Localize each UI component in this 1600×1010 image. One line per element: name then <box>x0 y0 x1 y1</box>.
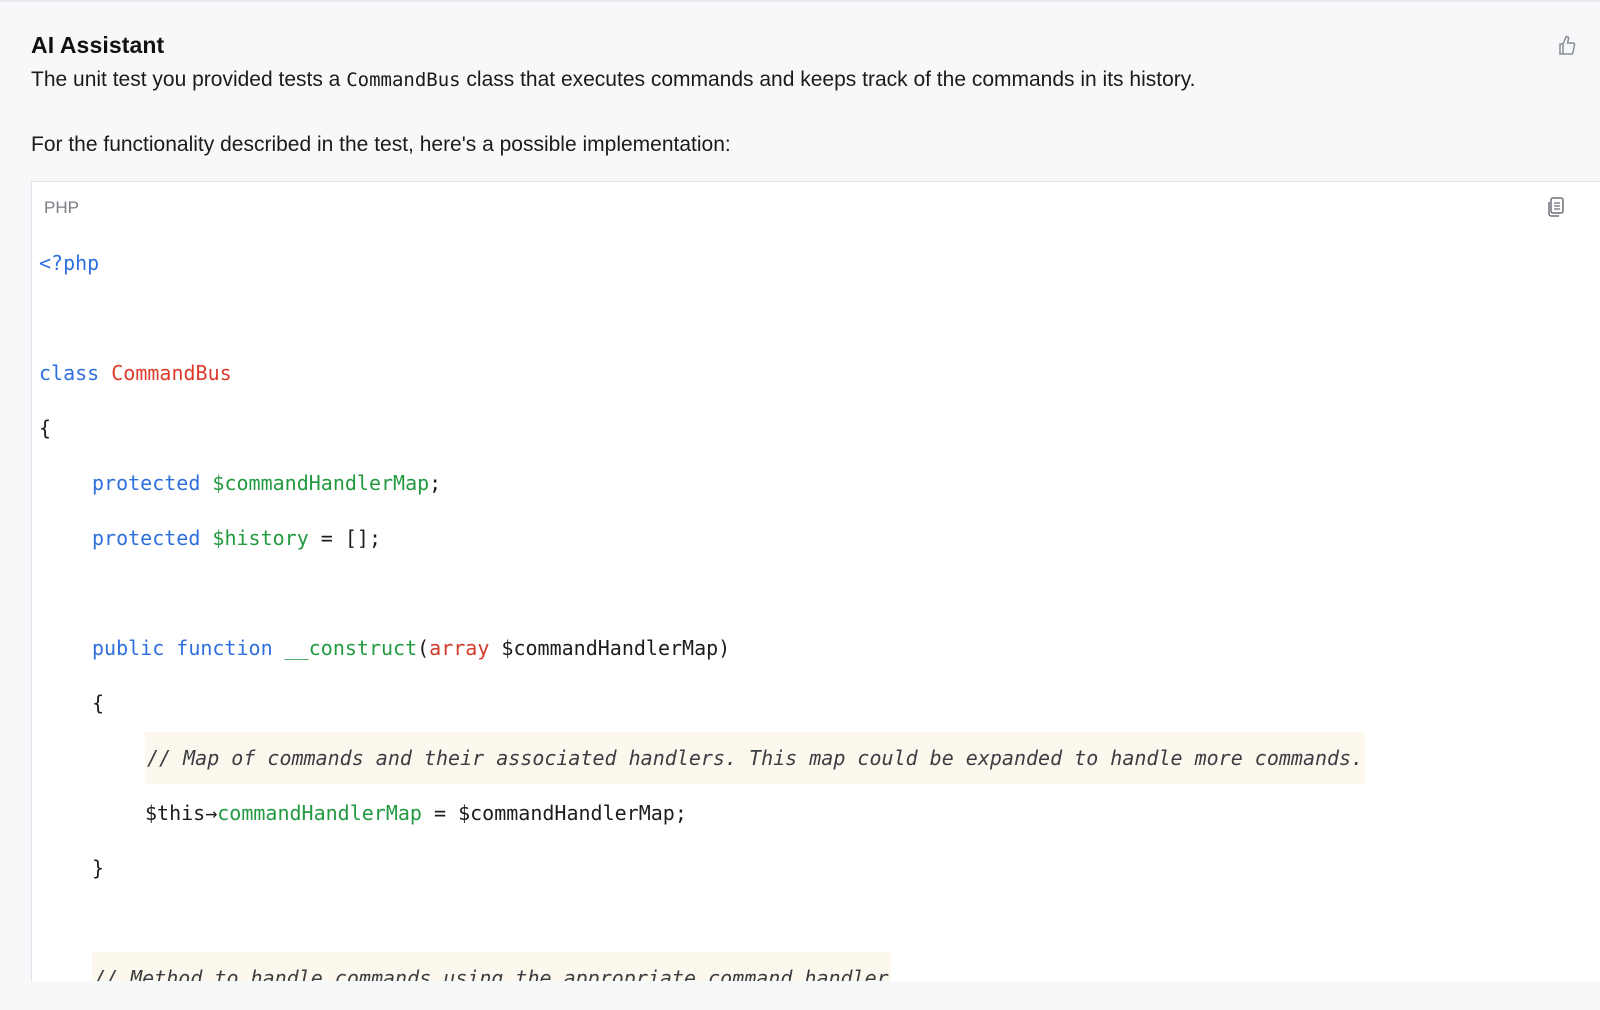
assistant-title: AI Assistant <box>31 32 165 58</box>
code-token: $commandHandlerMap) <box>489 636 731 660</box>
code-token: ( <box>417 636 430 660</box>
code-line: protected $history = []; <box>39 511 1365 566</box>
code-line: // Map of commands and their associated … <box>39 731 1366 786</box>
code-token: $history <box>212 526 309 550</box>
code-block: PHP <?php class CommandBus { protected $… <box>31 181 1600 981</box>
code-line: } <box>39 841 1365 896</box>
code-line: { <box>39 676 1365 731</box>
code-comment: // Map of commands and their associated … <box>145 732 1366 784</box>
code-token: $commandHandlerMap <box>212 471 430 495</box>
code-token: = []; <box>308 526 381 550</box>
code-token: = $commandHandlerMap; <box>421 801 687 825</box>
assistant-message-paragraph: The unit test you provided tests a Comma… <box>31 68 1196 92</box>
ai-assistant-panel: AI Assistant The unit test you provided … <box>0 2 1600 1010</box>
copy-icon[interactable] <box>1546 196 1566 218</box>
inline-code: CommandBus <box>346 69 461 91</box>
code-token: <?php <box>39 251 100 275</box>
code-token: { <box>92 691 105 715</box>
code-token: public <box>92 636 165 660</box>
code-token: } <box>92 856 105 880</box>
code-line: { <box>39 401 1365 456</box>
code-line: public function __construct(array $comma… <box>39 621 1365 676</box>
code-language-label: PHP <box>44 198 79 217</box>
code-line: // Method to handle commands using the a… <box>39 951 1365 981</box>
code-token: ; <box>429 471 442 495</box>
code-line: protected $commandHandlerMap; <box>39 456 1365 511</box>
code-token: __construct <box>284 636 418 660</box>
code-token: array <box>429 636 490 660</box>
code-token: protected <box>92 471 201 495</box>
code-token: commandHandlerMap <box>217 801 422 825</box>
assistant-message-paragraph: For the functionality described in the t… <box>31 133 731 156</box>
code-token: $this→ <box>145 801 218 825</box>
message-text: The unit test you provided tests a <box>31 68 347 91</box>
code-token: function <box>176 636 273 660</box>
code-token: CommandBus <box>111 361 232 385</box>
code-comment: // Method to handle commands using the a… <box>92 952 891 981</box>
code-token: class <box>39 361 100 385</box>
code-token: { <box>39 416 52 440</box>
code-line: $this→commandHandlerMap = $commandHandle… <box>39 786 1365 841</box>
code-lines: <?php class CommandBus { protected $comm… <box>39 236 1366 981</box>
thumbs-up-icon[interactable] <box>1556 34 1576 56</box>
code-token: protected <box>92 526 201 550</box>
message-text: class that executes commands and keeps t… <box>460 68 1196 91</box>
code-line: <?php <box>39 236 1365 291</box>
code-line: class CommandBus <box>39 346 1365 401</box>
